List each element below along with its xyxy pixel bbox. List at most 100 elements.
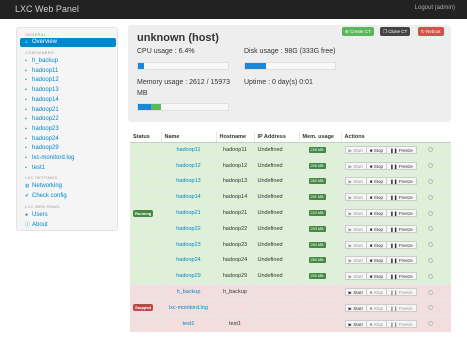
- start-button[interactable]: ▶ Start: [344, 272, 367, 281]
- logout-link[interactable]: Logout (admin): [415, 5, 455, 11]
- container-name-link[interactable]: hadoop29: [160, 267, 216, 285]
- status-cell: [130, 283, 161, 300]
- sidebar-item-container[interactable]: ▪ hadoop12: [20, 76, 116, 85]
- freeze-button[interactable]: ❚❚ Freeze: [385, 177, 417, 186]
- stop-button[interactable]: ■ Stop: [365, 240, 387, 249]
- action-buttons: ▶ Start ■ Stop ❚❚ Freeze: [344, 161, 452, 170]
- freeze-button[interactable]: ❚❚ Freeze: [385, 209, 417, 218]
- app-brand[interactable]: LXC Web Panel: [15, 4, 79, 14]
- start-button[interactable]: ▶ Start: [344, 240, 367, 249]
- stop-button[interactable]: ■ Stop: [365, 303, 387, 312]
- sidebar-item-container[interactable]: ▪ hadoop11: [20, 67, 116, 76]
- sidebar-item-label: hadoop14: [32, 96, 59, 103]
- freeze-button[interactable]: ❚❚ Freeze: [385, 240, 417, 249]
- start-label: Start: [353, 226, 363, 232]
- start-button[interactable]: ▶ Start: [344, 193, 367, 202]
- freeze-button[interactable]: ❚❚ Freeze: [385, 193, 417, 202]
- container-name-link[interactable]: hadoop22: [160, 220, 216, 237]
- freeze-button[interactable]: ❚❚ Freeze: [385, 272, 417, 281]
- start-button[interactable]: ▶ Start: [344, 224, 367, 233]
- container-name-link[interactable]: hadoop13: [160, 173, 216, 190]
- stop-button[interactable]: ■ Stop: [365, 319, 387, 328]
- mem-cell: 223 MB: [298, 204, 341, 221]
- column-actions: Actions: [340, 132, 451, 143]
- reboot-button[interactable]: ↻ Reboot: [418, 27, 444, 36]
- clone-ct-button[interactable]: ❐ Clone CT: [380, 27, 411, 36]
- start-button[interactable]: ▶ Start: [344, 209, 367, 218]
- reboot-label: Reboot: [426, 29, 441, 34]
- stop-button[interactable]: ■ Stop: [365, 209, 387, 218]
- action-buttons: ▶ Start ■ Stop ❚❚ Freeze: [344, 240, 452, 249]
- freeze-button[interactable]: ❚❚ Freeze: [385, 224, 417, 233]
- table-row: hadoop12 hadoop12 Undefined 206 MB ▶ Start ■ …: [130, 157, 452, 174]
- freeze-label: Freeze: [398, 290, 413, 296]
- settings-icon[interactable]: [427, 226, 433, 232]
- sidebar-item-container[interactable]: ▪ test1: [20, 164, 116, 173]
- container-name-link[interactable]: hadoop24: [160, 252, 216, 269]
- sidebar-item-container[interactable]: ▪ hadoop29: [20, 144, 116, 153]
- container-name-link[interactable]: hadoop21: [160, 204, 216, 221]
- settings-icon[interactable]: [427, 163, 433, 169]
- freeze-button[interactable]: ❚❚ Freeze: [385, 161, 417, 170]
- sidebar-item-overview[interactable]: ⌂ Overview: [20, 38, 116, 47]
- sidebar-item-check-config[interactable]: ✔ Check config: [20, 192, 116, 201]
- settings-icon[interactable]: [427, 273, 433, 279]
- stop-label: Stop: [373, 305, 383, 311]
- pause-icon: ❚❚: [389, 290, 399, 296]
- sidebar-item-container[interactable]: ▪ h_backup: [20, 57, 116, 66]
- settings-icon[interactable]: [427, 257, 433, 263]
- settings-icon[interactable]: [427, 194, 433, 200]
- settings-icon[interactable]: [427, 210, 433, 216]
- settings-icon[interactable]: [427, 178, 433, 184]
- sidebar-item-container[interactable]: ▪ hadoop24: [20, 135, 116, 144]
- start-button[interactable]: ▶ Start: [344, 288, 367, 297]
- container-name-link[interactable]: test1: [160, 315, 216, 332]
- sidebar-item-networking[interactable]: ◍ Networking: [20, 182, 116, 191]
- stop-button[interactable]: ■ Stop: [365, 161, 387, 170]
- container-name-link[interactable]: hadoop12: [160, 157, 216, 174]
- container-name-link[interactable]: hadoop23: [160, 236, 216, 253]
- container-name-link[interactable]: h_backup: [160, 283, 216, 300]
- freeze-button[interactable]: ❚❚ Freeze: [385, 256, 417, 265]
- freeze-button[interactable]: ❚❚ Freeze: [385, 288, 417, 297]
- sidebar-item-container[interactable]: ▪ hadoop22: [20, 115, 116, 124]
- settings-icon[interactable]: [427, 321, 433, 327]
- freeze-button[interactable]: ❚❚ Freeze: [385, 319, 417, 328]
- start-button[interactable]: ▶ Start: [344, 161, 367, 170]
- sidebar-item-container[interactable]: ▪ lxc-monitord.log: [20, 154, 116, 163]
- create-ct-button[interactable]: ⊕ Create CT: [342, 27, 374, 36]
- start-button[interactable]: ▶ Start: [344, 303, 367, 312]
- start-button[interactable]: ▶ Start: [344, 256, 367, 265]
- sidebar-item-container[interactable]: ▪ hadoop21: [20, 106, 116, 115]
- stop-button[interactable]: ■ Stop: [365, 193, 387, 202]
- sidebar-item-label: hadoop11: [32, 67, 59, 74]
- settings-icon[interactable]: [427, 305, 433, 311]
- start-button[interactable]: ▶ Start: [344, 319, 367, 328]
- container-name-link[interactable]: lxc-monitord.log: [160, 299, 216, 316]
- settings-icon[interactable]: [427, 147, 433, 153]
- start-label: Start: [353, 147, 363, 153]
- stop-button[interactable]: ■ Stop: [365, 256, 387, 265]
- sidebar-item-about[interactable]: ⓘ About: [20, 221, 116, 230]
- freeze-button[interactable]: ❚❚ Freeze: [385, 303, 417, 312]
- stop-button[interactable]: ■ Stop: [365, 145, 387, 154]
- start-button[interactable]: ▶ Start: [344, 145, 367, 154]
- stop-button[interactable]: ■ Stop: [365, 224, 387, 233]
- start-button[interactable]: ▶ Start: [344, 177, 367, 186]
- action-buttons: ▶ Start ■ Stop ❚❚ Freeze: [344, 177, 452, 186]
- sidebar-item-container[interactable]: ▪ hadoop23: [20, 125, 116, 134]
- settings-icon[interactable]: [427, 289, 433, 295]
- pause-icon: ❚❚: [389, 163, 399, 169]
- sidebar-item-container[interactable]: ▪ hadoop14: [20, 96, 116, 105]
- sidebar-item-container[interactable]: ▪ hadoop13: [20, 86, 116, 95]
- sidebar-item-users[interactable]: ● Users: [20, 211, 116, 220]
- stop-button[interactable]: ■ Stop: [365, 288, 387, 297]
- container-name-link[interactable]: hadoop14: [160, 188, 216, 206]
- freeze-button[interactable]: ❚❚ Freeze: [385, 145, 417, 154]
- mem-cell: 200 MB: [298, 267, 341, 285]
- settings-icon[interactable]: [427, 242, 433, 248]
- container-name-link[interactable]: hadoop11: [160, 141, 216, 158]
- stop-button[interactable]: ■ Stop: [365, 177, 387, 186]
- stop-button[interactable]: ■ Stop: [365, 272, 387, 281]
- hostname-cell: hadoop23: [215, 236, 254, 253]
